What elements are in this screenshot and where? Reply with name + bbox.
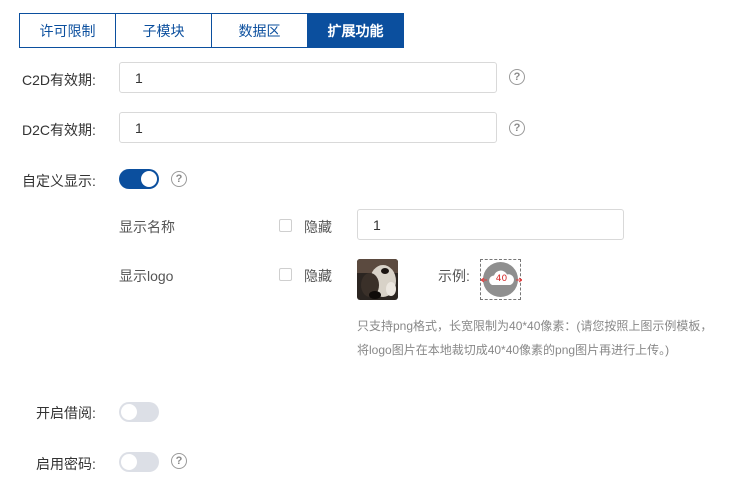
display-logo-label: 显示logo xyxy=(119,268,174,284)
hide-name-checkbox[interactable] xyxy=(279,219,292,232)
switch-knob xyxy=(121,404,137,420)
display-name-input[interactable]: 1 xyxy=(357,209,624,240)
enable-password-label: 启用密码: xyxy=(36,456,96,472)
logo-hint-line-1: 只支持png格式，长宽限制为40*40像素：(请您按照上图示例模板， xyxy=(357,319,713,333)
hide-logo-label[interactable]: 隐藏 xyxy=(304,266,332,286)
logo-example-preview: 40 xyxy=(480,259,522,300)
switch-knob xyxy=(141,171,157,187)
tab-license-limits[interactable]: 许可限制 xyxy=(19,13,116,48)
example-label: 示例: xyxy=(438,268,470,284)
display-name-label: 显示名称 xyxy=(119,219,175,235)
d2c-help-icon[interactable]: ? xyxy=(509,120,525,136)
hide-logo-checkbox[interactable] xyxy=(279,268,292,281)
enable-password-switch[interactable] xyxy=(119,452,159,472)
example-size-text: 40 xyxy=(495,274,508,284)
tab-data-area[interactable]: 数据区 xyxy=(211,13,308,48)
hide-name-label[interactable]: 隐藏 xyxy=(304,217,332,237)
uploaded-logo-thumbnail[interactable] xyxy=(357,259,398,300)
d2c-validity-input[interactable]: 1 xyxy=(119,112,497,143)
tab-bar: 许可限制 子模块 数据区 扩展功能 xyxy=(19,13,404,48)
c2d-validity-label: C2D有效期: xyxy=(22,72,96,88)
enable-password-help-icon[interactable]: ? xyxy=(171,453,187,469)
switch-knob xyxy=(121,454,137,470)
c2d-validity-input[interactable]: 1 xyxy=(119,62,497,93)
custom-display-help-icon[interactable]: ? xyxy=(171,171,187,187)
tab-extended-features[interactable]: 扩展功能 xyxy=(307,13,404,48)
custom-display-label: 自定义显示: xyxy=(22,173,96,189)
d2c-validity-label: D2C有效期: xyxy=(22,122,96,138)
logo-hint-line-2: 将logo图片在本地裁切成40*40像素的png图片再进行上传。) xyxy=(357,343,670,357)
enable-borrow-switch[interactable] xyxy=(119,402,159,422)
enable-borrow-label: 开启借阅: xyxy=(36,405,96,421)
custom-display-switch[interactable] xyxy=(119,169,159,189)
c2d-help-icon[interactable]: ? xyxy=(509,69,525,85)
dog-photo-image xyxy=(357,259,398,300)
tab-submodules[interactable]: 子模块 xyxy=(115,13,212,48)
